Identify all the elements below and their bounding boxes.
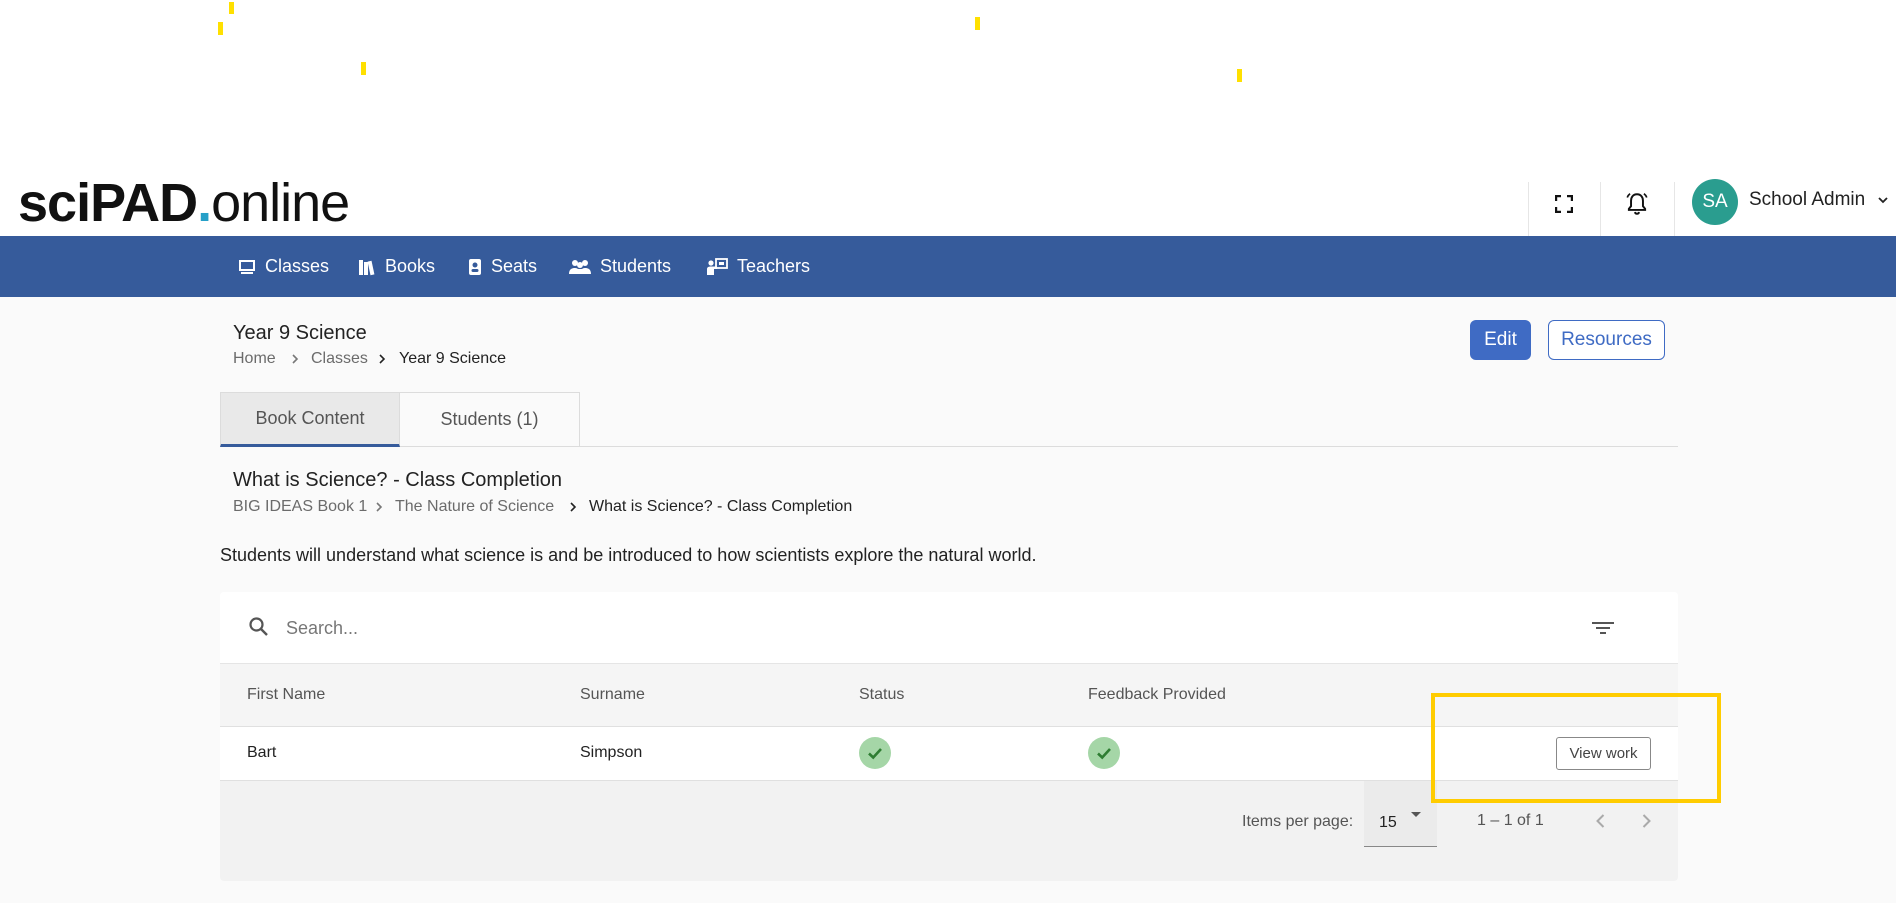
page-title: Year 9 Science — [233, 322, 367, 344]
check-icon — [1097, 748, 1111, 760]
avatar-initials: SA — [1702, 191, 1728, 212]
nav-item-teachers[interactable]: Teachers — [706, 236, 810, 297]
breadcrumb-current: What is Science? - Class Completion — [589, 498, 853, 515]
notifications-button[interactable] — [1617, 184, 1657, 224]
chevron-right-icon — [1642, 814, 1651, 828]
avatar[interactable]: SA — [1692, 179, 1738, 225]
section-description: Students will understand what science is… — [220, 545, 1037, 565]
caret-down-icon — [1411, 812, 1421, 817]
nav-item-books[interactable]: Books — [358, 236, 435, 297]
logo-dot: . — [197, 173, 212, 233]
column-status[interactable]: Status — [859, 686, 904, 704]
page-range: 1 – 1 of 1 — [1477, 812, 1544, 829]
cell-first-name: Bart — [247, 744, 277, 761]
chevron-left-icon — [1596, 814, 1605, 828]
nav-item-label: Teachers — [737, 256, 811, 276]
nav-item-label: Classes — [265, 256, 330, 276]
previous-page-button[interactable] — [1581, 801, 1621, 841]
resources-button[interactable]: Resources — [1548, 320, 1665, 360]
nav-item-classes[interactable]: Classes — [238, 236, 329, 297]
logo-bold-text: sciPAD — [18, 173, 198, 233]
column-first-name[interactable]: First Name — [247, 686, 325, 704]
check-icon — [868, 748, 882, 760]
items-per-page-label: Items per page: — [1242, 813, 1354, 830]
main-nav: Classes Books Seats Students Teachers — [0, 236, 1896, 297]
nav-item-label: Books — [385, 256, 436, 276]
yellow-mark — [1237, 69, 1242, 82]
items-per-page-value: 15 — [1379, 814, 1397, 831]
yellow-mark — [361, 62, 366, 75]
highlight-box — [1431, 693, 1721, 803]
status-complete-icon — [859, 737, 891, 769]
column-surname[interactable]: Surname — [580, 686, 645, 704]
filter-icon[interactable] — [1590, 616, 1616, 640]
next-page-button[interactable] — [1626, 801, 1666, 841]
tab-students[interactable]: Students (1) — [400, 392, 580, 447]
header-divider — [1600, 182, 1601, 236]
logo-light-text: online — [211, 173, 350, 233]
tabs-divider — [580, 446, 1678, 447]
breadcrumb-current: Year 9 Science — [399, 350, 507, 367]
badge-icon — [469, 258, 481, 275]
column-feedback-provided[interactable]: Feedback Provided — [1088, 686, 1226, 704]
chevron-down-icon[interactable] — [1876, 193, 1890, 207]
items-per-page-select[interactable]: 15 — [1364, 781, 1437, 847]
breadcrumb-chapter[interactable]: The Nature of Science — [395, 498, 554, 516]
chevron-right-icon — [376, 502, 383, 512]
nav-item-label: Students — [600, 256, 672, 276]
breadcrumb-home[interactable]: Home — [233, 350, 276, 368]
user-menu-name[interactable]: School Admin — [1749, 189, 1865, 211]
nav-item-students[interactable]: Students — [569, 236, 671, 297]
section-title: What is Science? - Class Completion — [233, 469, 563, 491]
edit-button[interactable]: Edit — [1470, 320, 1531, 360]
cell-surname: Simpson — [580, 744, 643, 761]
feedback-provided-icon — [1088, 737, 1120, 769]
search-icon — [249, 617, 268, 636]
fullscreen-icon — [1555, 195, 1573, 213]
breadcrumb-book[interactable]: BIG IDEAS Book 1 — [233, 498, 367, 516]
fullscreen-button[interactable] — [1544, 184, 1584, 224]
search-bar — [220, 592, 1678, 664]
books-icon — [359, 259, 375, 275]
teacher-icon — [707, 257, 728, 275]
breadcrumb-classes[interactable]: Classes — [311, 350, 368, 368]
search-input[interactable] — [286, 612, 1386, 644]
chevron-right-icon — [379, 354, 386, 364]
brand-logo[interactable]: sciPAD.online — [18, 172, 350, 234]
people-icon — [569, 259, 591, 274]
header-divider — [1528, 182, 1529, 236]
yellow-mark — [975, 17, 980, 30]
yellow-mark — [229, 2, 234, 14]
nav-item-label: Seats — [491, 256, 538, 276]
chevron-right-icon — [292, 354, 299, 364]
header-divider — [1674, 182, 1675, 236]
nav-item-seats[interactable]: Seats — [468, 236, 537, 297]
class-board-icon — [239, 259, 255, 274]
bell-icon — [1626, 193, 1648, 215]
yellow-mark — [218, 22, 223, 35]
chevron-right-icon — [570, 502, 577, 512]
tab-book-content[interactable]: Book Content — [220, 392, 400, 447]
